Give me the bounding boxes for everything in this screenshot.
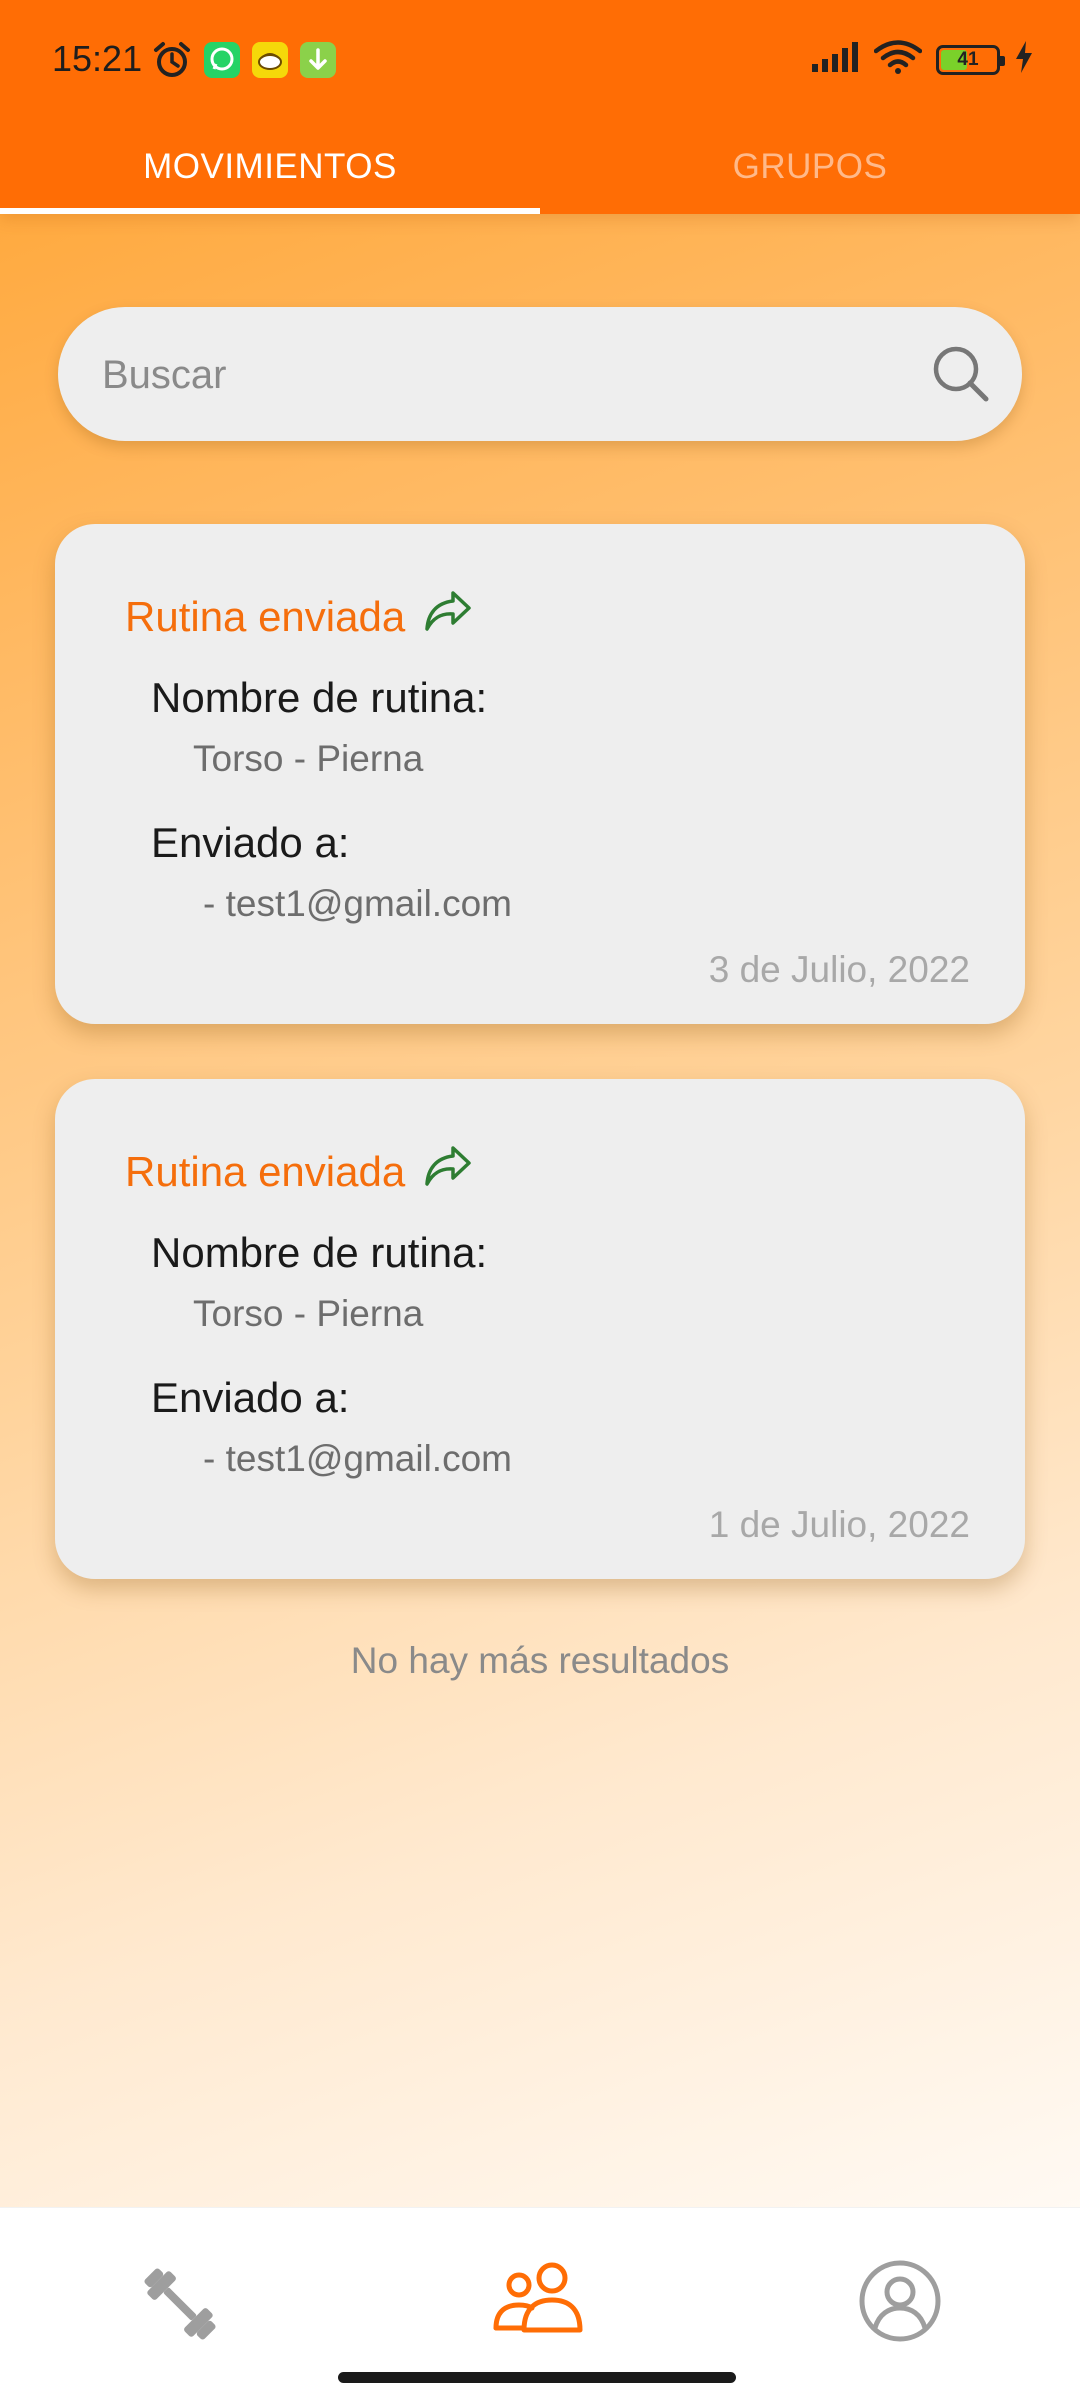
card-title-text: Rutina enviada bbox=[125, 1148, 406, 1195]
status-bar: 15:21 41 bbox=[0, 0, 1080, 120]
screen: 15:21 41 MOVIMIENTOS GRUPOS Buscar Rutin… bbox=[0, 0, 1080, 2400]
alarm-icon bbox=[152, 40, 192, 80]
home-indicator[interactable] bbox=[338, 2372, 736, 2383]
card-date: 3 de Julio, 2022 bbox=[708, 949, 970, 990]
profile-icon bbox=[857, 2258, 943, 2349]
routine-name-label: Nombre de rutina: bbox=[151, 1229, 488, 1276]
notification-icons bbox=[152, 40, 336, 80]
system-icons: 41 bbox=[812, 40, 1034, 79]
status-time: 15:21 bbox=[52, 38, 143, 79]
app-bar: 15:21 41 MOVIMIENTOS GRUPOS bbox=[0, 0, 1080, 214]
history-card[interactable]: Rutina enviada Nombre de rutina: Torso -… bbox=[55, 524, 1025, 1024]
whatsapp-icon bbox=[204, 42, 240, 78]
tab-movimientos[interactable]: MOVIMIENTOS bbox=[0, 120, 540, 214]
tab-grupos[interactable]: GRUPOS bbox=[540, 120, 1080, 214]
download-icon bbox=[300, 42, 336, 78]
sent-to-label: Enviado a: bbox=[151, 819, 350, 866]
share-icon bbox=[423, 1144, 473, 1200]
tab-indicator bbox=[0, 208, 540, 214]
card-title: Rutina enviada bbox=[125, 589, 473, 645]
tab-grupos-label: GRUPOS bbox=[732, 147, 888, 186]
charging-icon bbox=[1014, 41, 1034, 78]
dumbbell-icon bbox=[134, 2258, 226, 2355]
card-title: Rutina enviada bbox=[125, 1144, 473, 1200]
end-of-results: No hay más resultados bbox=[350, 1640, 730, 1681]
recipient-email: - test1@gmail.com bbox=[203, 1438, 512, 1479]
history-card[interactable]: Rutina enviada Nombre de rutina: Torso -… bbox=[55, 1079, 1025, 1579]
search-bar bbox=[58, 307, 1022, 443]
search-icon[interactable] bbox=[930, 343, 992, 405]
routine-name-value: Torso - Pierna bbox=[193, 738, 424, 779]
wifi-icon bbox=[873, 40, 923, 79]
nav-profile-button[interactable] bbox=[720, 2208, 1080, 2400]
battery-level: 41 bbox=[957, 48, 979, 70]
battery-icon: 41 bbox=[936, 44, 1005, 75]
routine-name-value: Torso - Pierna bbox=[193, 1293, 424, 1334]
recipient-email: - test1@gmail.com bbox=[203, 883, 512, 924]
tab-movimientos-label: MOVIMIENTOS bbox=[143, 147, 397, 186]
group-icon bbox=[492, 2258, 588, 2343]
search-input[interactable] bbox=[100, 307, 924, 443]
tab-bar: MOVIMIENTOS GRUPOS bbox=[0, 120, 1080, 214]
app-notification-icon bbox=[252, 42, 288, 78]
sent-to-label: Enviado a: bbox=[151, 1374, 350, 1421]
card-title-text: Rutina enviada bbox=[125, 593, 406, 640]
share-icon bbox=[423, 589, 473, 645]
nav-workouts-button[interactable] bbox=[0, 2208, 360, 2400]
routine-name-label: Nombre de rutina: bbox=[151, 674, 488, 721]
card-date: 1 de Julio, 2022 bbox=[708, 1504, 970, 1545]
signal-icon bbox=[812, 42, 860, 77]
